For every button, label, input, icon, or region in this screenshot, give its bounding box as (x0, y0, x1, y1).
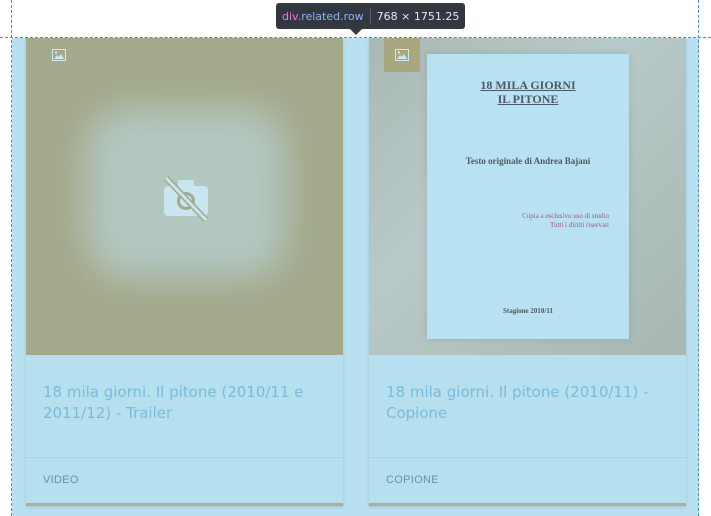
document-title: 18 MILA GIORNI IL PITONE (480, 78, 576, 106)
card-category[interactable]: VIDEO (43, 474, 79, 486)
document-subtitle: Testo originale di Andrea Bajani (465, 156, 591, 166)
type-badge (384, 38, 420, 72)
document-footer: Stagione 2010/11 (503, 307, 553, 315)
card-divider (26, 457, 343, 458)
card-thumbnail[interactable]: 18 MILA GIORNI IL PITONE Testo originale… (369, 38, 686, 355)
guide-line-left (11, 0, 12, 516)
devtools-element-tooltip: div.related.row 768 × 1751.25 (276, 3, 466, 35)
guide-line-right (698, 0, 699, 516)
card-divider (369, 457, 686, 458)
tooltip-separator (369, 8, 371, 24)
related-card-copione[interactable]: 18 MILA GIORNI IL PITONE Testo originale… (369, 38, 686, 506)
tooltip-arrow (350, 29, 362, 35)
card-title[interactable]: 18 mila giorni. Il pitone (2010/11) - Co… (386, 382, 676, 424)
card-title[interactable]: 18 mila giorni. Il pitone (2010/11 e 201… (43, 382, 333, 424)
type-badge (41, 38, 77, 72)
tooltip-dimensions: 768 × 1751.25 (376, 9, 460, 23)
no-camera-icon (163, 175, 209, 222)
document-note: Copia a esclusivo uso di studio Tutti i … (522, 212, 609, 229)
tooltip-selector: div.related.row (282, 9, 364, 23)
card-category[interactable]: COPIONE (386, 474, 439, 486)
related-card-trailer[interactable]: 18 mila giorni. Il pitone (2010/11 e 201… (26, 38, 343, 506)
card-thumbnail[interactable] (26, 38, 343, 355)
image-icon (52, 49, 66, 61)
script-document-preview: 18 MILA GIORNI IL PITONE Testo originale… (427, 54, 629, 339)
image-icon (395, 49, 409, 61)
